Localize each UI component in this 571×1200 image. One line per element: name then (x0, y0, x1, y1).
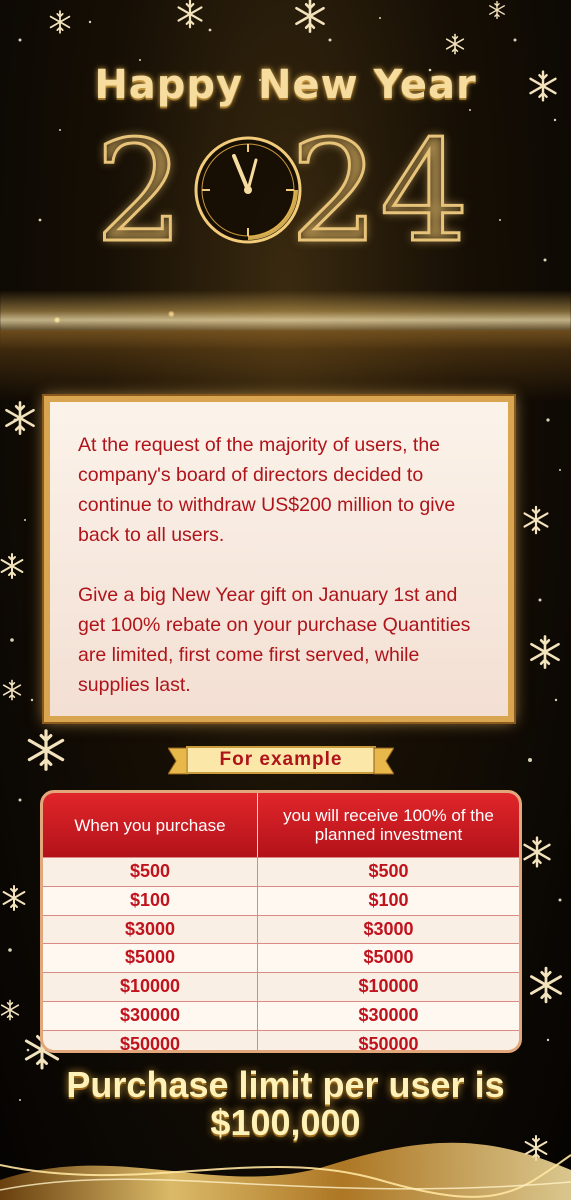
receive-amount: $10000 (358, 976, 419, 997)
year-digit-first: 2 (93, 111, 185, 274)
message-card: At the request of the majority of users,… (44, 396, 514, 722)
message-paragraph-1: At the request of the majority of users,… (78, 434, 456, 546)
purchase-amount: $100 (43, 886, 258, 915)
table-row: $100 $100 (43, 885, 519, 915)
receive-amount: $50000 (358, 1033, 419, 1053)
table-row: $5000 $5000 (43, 943, 519, 973)
purchase-amount: $30000 (43, 1001, 258, 1030)
banner-label: For example (186, 746, 376, 774)
purchase-amount: $50000 (43, 1030, 258, 1050)
header-purchase: When you purchase (43, 793, 258, 857)
clock-icon (194, 136, 302, 244)
table-header: When you purchase you will receive 100% … (43, 793, 519, 857)
header-receive: you will receive 100% of the planned inv… (283, 806, 494, 844)
promo-poster: Happy New Year 2 2 4 At the request of t… (0, 0, 571, 1200)
message-paragraph-2: Give a big New Year gift on January 1st … (78, 584, 471, 696)
purchase-amount: $10000 (43, 973, 258, 1001)
purchase-amount: $5000 (43, 944, 258, 973)
bokeh-lights (0, 330, 571, 400)
banner-ribbon-right-icon (373, 747, 394, 775)
purchase-amount: $500 (43, 858, 258, 886)
receive-amount: $100 (368, 889, 409, 910)
table-row: $30000 $30000 (43, 1000, 519, 1030)
example-banner: For example (168, 744, 394, 776)
table-row: $10000 $10000 (43, 972, 519, 1001)
table-row: $50000 $50000 (43, 1029, 519, 1053)
purchase-amount: $3000 (43, 915, 258, 944)
receive-amount: $3000 (363, 918, 414, 939)
receive-amount: $30000 (358, 1004, 419, 1025)
table-body: $500 $500 $100 $100 $3000 $3000 $5000 $5… (43, 857, 519, 1053)
receive-amount: $5000 (363, 947, 414, 968)
greeting-title: Happy New Year (94, 62, 477, 108)
table-row: $500 $500 (43, 857, 519, 886)
receive-amount: $500 (368, 861, 409, 881)
table-row: $3000 $3000 (43, 914, 519, 944)
year-digit-fourth: 4 (378, 111, 470, 274)
gold-wave-decoration (0, 1142, 571, 1200)
rebate-table: When you purchase you will receive 100% … (40, 790, 522, 1053)
